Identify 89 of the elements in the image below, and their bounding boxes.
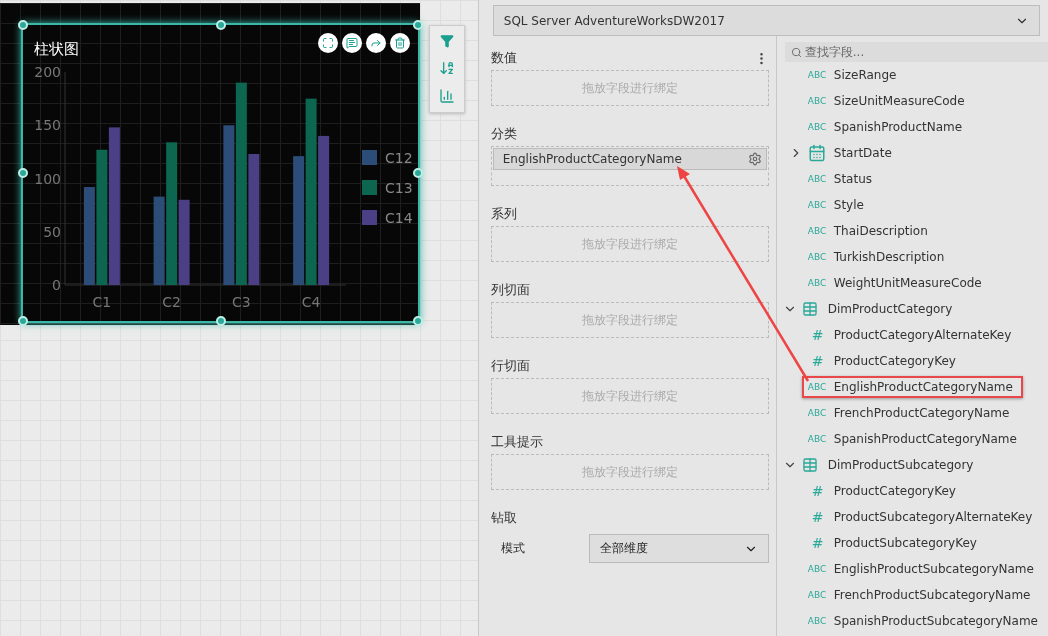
section-label: 系列 — [490, 205, 517, 223]
legend-label: C13 — [385, 180, 413, 196]
share-button[interactable] — [366, 33, 386, 53]
section-label: 行切面 — [490, 357, 530, 375]
drop-zone[interactable]: EnglishProductCategoryName — [490, 146, 769, 186]
section-label: 数值 — [490, 49, 517, 67]
type-label: ABC — [807, 70, 828, 80]
type-label: ABC — [807, 382, 828, 392]
expand-icon — [322, 37, 334, 49]
trash-icon — [394, 37, 406, 49]
x-tick-label: C3 — [232, 294, 251, 310]
resize-handle[interactable] — [18, 168, 28, 178]
field-name[interactable]: EnglishProductCategoryName — [833, 380, 1013, 394]
type-label: # — [810, 327, 825, 343]
filter-button[interactable] — [438, 32, 456, 50]
y-tick-label: 0 — [52, 277, 61, 293]
type-label: ABC — [807, 278, 828, 288]
data-source-dropdown[interactable]: SQL Server AdventureWorksDW2017 — [492, 5, 1040, 36]
settings-icon[interactable] — [747, 152, 762, 166]
resize-handle[interactable] — [18, 316, 28, 326]
section-label: 分类 — [490, 125, 517, 143]
field-name[interactable]: ProductSubcategoryKey — [833, 536, 977, 550]
resize-handle[interactable] — [215, 316, 226, 326]
type-label: ABC — [807, 226, 828, 236]
expand-button[interactable] — [318, 33, 338, 53]
type-label: ABC — [807, 252, 828, 262]
type-label: ABC — [807, 174, 828, 184]
field-name[interactable]: ProductCategoryKey — [833, 354, 956, 368]
legend-label: C12 — [385, 150, 413, 166]
table-name[interactable]: DimProductSubcategory — [827, 458, 974, 472]
y-tick-label: 150 — [34, 117, 61, 134]
field-name[interactable]: Style — [833, 198, 864, 212]
type-label: # — [810, 509, 825, 525]
section-label: 工具提示 — [490, 433, 543, 451]
field-name[interactable]: SpanishProductSubcategoryName — [833, 614, 1038, 628]
x-tick-label: C2 — [162, 294, 181, 310]
x-tick-label: C1 — [92, 294, 112, 310]
type-label: # — [810, 483, 825, 499]
field-name[interactable]: SpanishProductCategoryName — [833, 432, 1017, 446]
chart-title: 柱状图 — [34, 40, 79, 59]
calendar-icon — [807, 144, 826, 162]
type-label: ABC — [807, 122, 828, 132]
field-name[interactable]: FrenchProductSubcategoryName — [833, 588, 1031, 602]
type-label: ABC — [807, 408, 828, 418]
field-name[interactable]: FrenchProductCategoryName — [833, 406, 1010, 420]
resize-handle[interactable] — [413, 20, 423, 30]
field-search[interactable]: 查找字段... — [784, 42, 1048, 62]
comment-icon — [346, 37, 358, 49]
field-name[interactable]: ProductCategoryAlternateKey — [833, 328, 1012, 342]
table-name[interactable]: DimProductCategory — [827, 302, 953, 316]
y-tick-label: 50 — [43, 223, 61, 240]
section-label: 钻取 — [490, 509, 517, 527]
y-tick-label: 100 — [34, 170, 61, 187]
field-name[interactable]: SizeRange — [833, 68, 897, 82]
field-name[interactable]: EnglishProductSubcategoryName — [833, 562, 1034, 576]
type-label: ABC — [807, 434, 828, 444]
type-label: ABC — [807, 590, 828, 600]
type-label: ABC — [807, 200, 828, 210]
table-icon — [801, 457, 818, 473]
resize-handle[interactable] — [18, 20, 28, 30]
field-name[interactable]: ProductSubcategoryAlternateKey — [833, 510, 1033, 524]
share-arrow-icon — [370, 37, 382, 49]
field-name[interactable]: Status — [833, 172, 872, 186]
field-name[interactable]: StartDate — [833, 146, 892, 160]
field-name[interactable]: ThaiDescription — [833, 224, 928, 238]
y-tick-label: 200 — [34, 65, 61, 80]
resize-handle[interactable] — [413, 168, 423, 178]
field-name[interactable]: TurkishDescription — [833, 250, 945, 264]
mode-select[interactable]: 全部维度 — [588, 534, 769, 563]
type-label: ABC — [807, 564, 828, 574]
field-name[interactable]: SpanishProductName — [833, 120, 963, 134]
bound-field-pill[interactable]: EnglishProductCategoryName — [492, 148, 767, 170]
field-name[interactable]: SizeUnitMeasureCode — [833, 94, 965, 108]
legend-label: C14 — [385, 210, 413, 226]
field-name[interactable]: ProductCategoryKey — [833, 484, 956, 498]
type-label: # — [810, 353, 825, 369]
delete-button[interactable] — [390, 33, 410, 53]
field-name[interactable]: WeightUnitMeasureCode — [833, 276, 982, 290]
search-icon — [790, 46, 802, 58]
mode-label: 模式 — [500, 540, 525, 557]
type-label: ABC — [807, 616, 828, 626]
resize-handle[interactable] — [413, 316, 423, 326]
section-label: 列切面 — [490, 281, 530, 299]
type-label: ABC — [807, 96, 828, 106]
comment-button[interactable] — [342, 33, 362, 53]
type-label: # — [810, 535, 825, 551]
table-icon — [801, 301, 818, 317]
resize-handle[interactable] — [215, 20, 226, 30]
x-tick-label: C4 — [301, 294, 321, 310]
